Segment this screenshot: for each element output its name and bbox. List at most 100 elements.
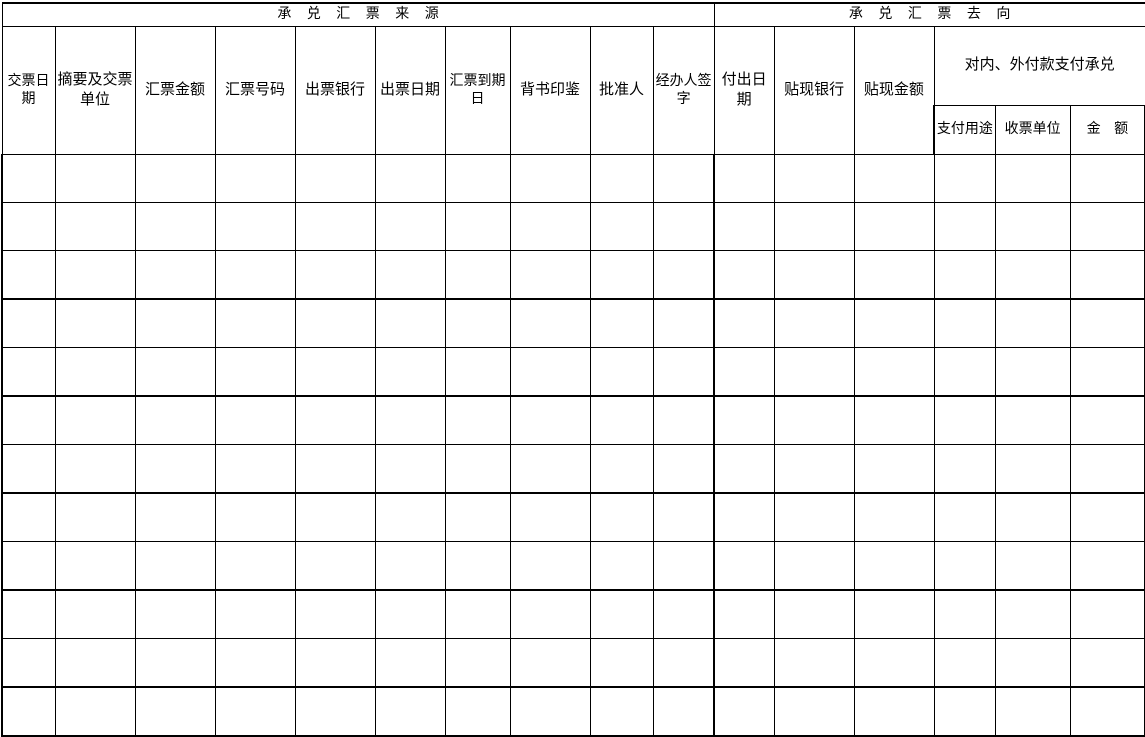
- cell-issuing-bank[interactable]: [294, 250, 376, 300]
- cell-payment-amount[interactable]: [1069, 347, 1145, 397]
- cell-discount-bank[interactable]: [773, 492, 855, 542]
- cell-summary-unit[interactable]: [54, 250, 136, 300]
- cell-bill-amount[interactable]: [134, 686, 216, 737]
- cell-payout-date[interactable]: [713, 541, 775, 591]
- cell-endorsement-seal[interactable]: [509, 395, 591, 445]
- cell-summary-unit[interactable]: [54, 298, 136, 348]
- cell-bill-amount[interactable]: [134, 638, 216, 688]
- cell-discount-bank[interactable]: [773, 347, 855, 397]
- cell-discount-bank[interactable]: [773, 444, 855, 494]
- cell-endorsement-seal[interactable]: [509, 347, 591, 397]
- cell-issuing-bank[interactable]: [294, 395, 376, 445]
- cell-handler-signature[interactable]: [652, 541, 715, 591]
- cell-delivery-date[interactable]: [1, 444, 56, 494]
- cell-maturity-date[interactable]: [444, 444, 511, 494]
- cell-approver[interactable]: [589, 444, 654, 494]
- cell-handler-signature[interactable]: [652, 395, 715, 445]
- table-row[interactable]: [1, 444, 1145, 494]
- table-row[interactable]: [1, 589, 1145, 639]
- cell-approver[interactable]: [589, 541, 654, 591]
- cell-discount-bank[interactable]: [773, 202, 855, 251]
- cell-approver[interactable]: [589, 250, 654, 300]
- cell-endorsement-seal[interactable]: [509, 492, 591, 542]
- cell-bill-number[interactable]: [214, 541, 296, 591]
- cell-handler-signature[interactable]: [652, 154, 715, 203]
- cell-payout-date[interactable]: [713, 395, 775, 445]
- cell-payee-unit[interactable]: [994, 395, 1071, 445]
- cell-bill-amount[interactable]: [134, 589, 216, 639]
- cell-issuing-bank[interactable]: [294, 202, 376, 251]
- cell-endorsement-seal[interactable]: [509, 250, 591, 300]
- cell-delivery-date[interactable]: [1, 492, 56, 542]
- cell-discount-bank[interactable]: [773, 395, 855, 445]
- cell-issuing-bank[interactable]: [294, 347, 376, 397]
- cell-payee-unit[interactable]: [994, 202, 1071, 251]
- cell-payout-date[interactable]: [713, 638, 775, 688]
- cell-maturity-date[interactable]: [444, 298, 511, 348]
- cell-endorsement-seal[interactable]: [509, 686, 591, 737]
- cell-maturity-date[interactable]: [444, 250, 511, 300]
- cell-issue-date[interactable]: [374, 638, 446, 688]
- cell-discount-amount[interactable]: [853, 202, 935, 251]
- cell-maturity-date[interactable]: [444, 541, 511, 591]
- cell-issuing-bank[interactable]: [294, 298, 376, 348]
- cell-payout-date[interactable]: [713, 250, 775, 300]
- cell-payment-purpose[interactable]: [933, 444, 996, 494]
- table-row[interactable]: [1, 250, 1145, 300]
- cell-approver[interactable]: [589, 589, 654, 639]
- cell-payee-unit[interactable]: [994, 347, 1071, 397]
- table-row[interactable]: [1, 202, 1145, 251]
- cell-maturity-date[interactable]: [444, 492, 511, 542]
- cell-payee-unit[interactable]: [994, 638, 1071, 688]
- cell-handler-signature[interactable]: [652, 202, 715, 251]
- table-row[interactable]: [1, 395, 1145, 445]
- cell-payee-unit[interactable]: [994, 444, 1071, 494]
- cell-summary-unit[interactable]: [54, 492, 136, 542]
- cell-delivery-date[interactable]: [1, 589, 56, 639]
- cell-bill-amount[interactable]: [134, 202, 216, 251]
- cell-discount-amount[interactable]: [853, 395, 935, 445]
- cell-bill-amount[interactable]: [134, 347, 216, 397]
- cell-payment-purpose[interactable]: [933, 298, 996, 348]
- cell-payout-date[interactable]: [713, 298, 775, 348]
- cell-issue-date[interactable]: [374, 492, 446, 542]
- cell-discount-amount[interactable]: [853, 638, 935, 688]
- cell-payout-date[interactable]: [713, 154, 775, 203]
- cell-discount-bank[interactable]: [773, 154, 855, 203]
- cell-discount-bank[interactable]: [773, 686, 855, 737]
- cell-discount-amount[interactable]: [853, 298, 935, 348]
- cell-discount-amount[interactable]: [853, 250, 935, 300]
- cell-discount-amount[interactable]: [853, 444, 935, 494]
- cell-bill-amount[interactable]: [134, 250, 216, 300]
- cell-payment-amount[interactable]: [1069, 298, 1145, 348]
- cell-approver[interactable]: [589, 347, 654, 397]
- cell-payment-amount[interactable]: [1069, 202, 1145, 251]
- table-row[interactable]: [1, 686, 1145, 737]
- cell-payment-amount[interactable]: [1069, 492, 1145, 542]
- cell-issue-date[interactable]: [374, 298, 446, 348]
- cell-delivery-date[interactable]: [1, 686, 56, 737]
- cell-payment-purpose[interactable]: [933, 395, 996, 445]
- cell-issue-date[interactable]: [374, 395, 446, 445]
- cell-issuing-bank[interactable]: [294, 686, 376, 737]
- cell-issue-date[interactable]: [374, 202, 446, 251]
- cell-payment-amount[interactable]: [1069, 395, 1145, 445]
- cell-payout-date[interactable]: [713, 202, 775, 251]
- cell-delivery-date[interactable]: [1, 347, 56, 397]
- table-row[interactable]: [1, 492, 1145, 542]
- cell-bill-amount[interactable]: [134, 444, 216, 494]
- cell-handler-signature[interactable]: [652, 686, 715, 737]
- cell-payee-unit[interactable]: [994, 250, 1071, 300]
- cell-issue-date[interactable]: [374, 444, 446, 494]
- cell-approver[interactable]: [589, 638, 654, 688]
- cell-bill-number[interactable]: [214, 154, 296, 203]
- table-row[interactable]: [1, 541, 1145, 591]
- cell-delivery-date[interactable]: [1, 202, 56, 251]
- cell-delivery-date[interactable]: [1, 154, 56, 203]
- cell-summary-unit[interactable]: [54, 589, 136, 639]
- cell-discount-amount[interactable]: [853, 492, 935, 542]
- cell-maturity-date[interactable]: [444, 589, 511, 639]
- cell-payout-date[interactable]: [713, 686, 775, 737]
- cell-discount-bank[interactable]: [773, 298, 855, 348]
- cell-maturity-date[interactable]: [444, 638, 511, 688]
